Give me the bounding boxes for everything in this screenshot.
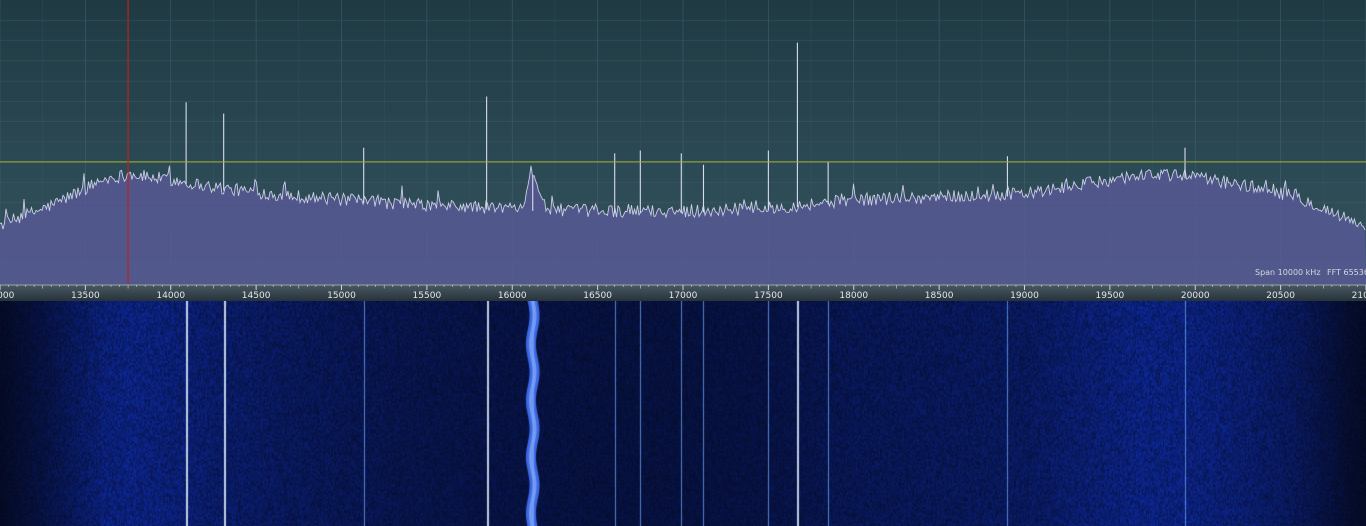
axis-tick-label: 19000 [1010, 291, 1039, 301]
axis-tick-label: 20000 [1181, 291, 1210, 301]
waterfall-display[interactable] [0, 301, 1366, 526]
axis-tick-label: 13000 [0, 291, 15, 301]
fft-size-readout: FFT 65536 [1327, 268, 1366, 277]
frequency-axis: 13000 13500 14000 14500 15000 15500 16000 16500… [0, 284, 1366, 301]
axis-tick-label: 18000 [839, 291, 868, 301]
axis-tick-label: 21000 [1352, 291, 1366, 301]
axis-tick-label: 16000 [498, 291, 527, 301]
axis-tick-label: 14000 [156, 291, 185, 301]
axis-tick-label: 17000 [669, 291, 698, 301]
axis-tick-label: 20500 [1266, 291, 1295, 301]
axis-tick-label: 18500 [925, 291, 954, 301]
span-readout: Span 10000 kHz [1255, 268, 1321, 277]
axis-tick-label: 19500 [1096, 291, 1125, 301]
axis-tick-label: 17500 [754, 291, 783, 301]
axis-tick-label: 14500 [242, 291, 271, 301]
signal-peaks [185, 42, 1186, 213]
axis-tick-label: 15500 [413, 291, 442, 301]
axis-tick-label: 13500 [71, 291, 100, 301]
axis-tick-label: 16500 [583, 291, 612, 301]
axis-tick-label: 15000 [327, 291, 356, 301]
spectrum-display[interactable] [0, 0, 1366, 284]
